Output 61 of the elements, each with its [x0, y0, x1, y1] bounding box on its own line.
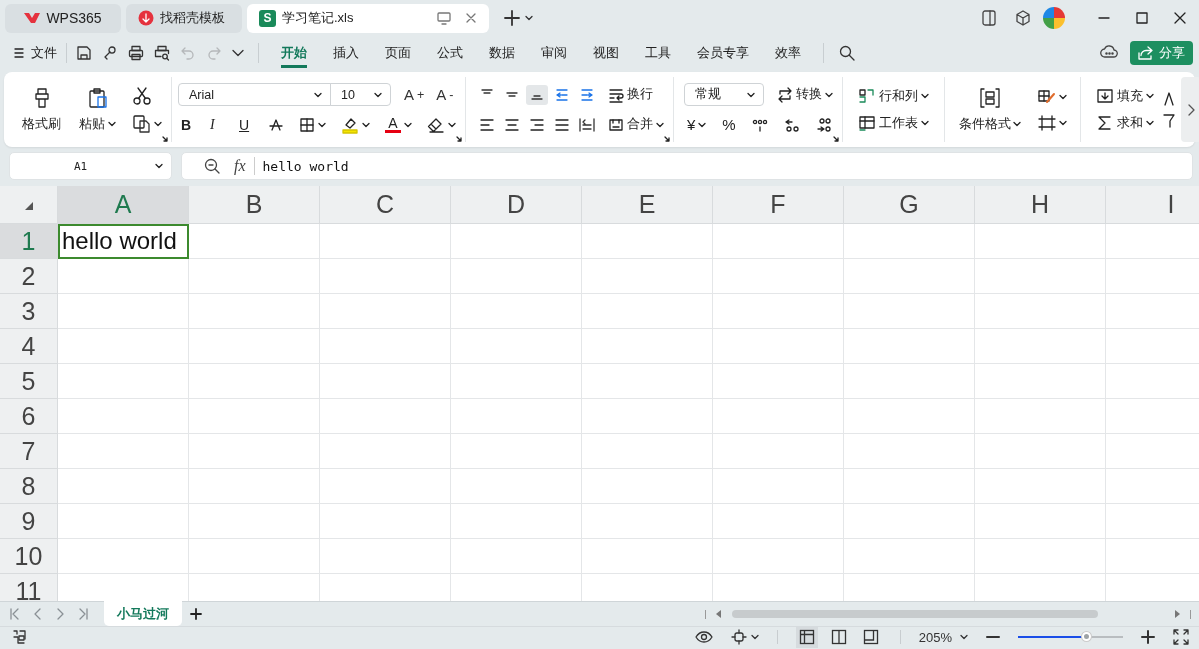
function-button[interactable]: fx [234, 157, 255, 175]
currency-button[interactable]: ¥ [684, 114, 710, 135]
format-painter-button[interactable]: 格式刷 [18, 86, 65, 133]
column-header[interactable]: H [975, 186, 1106, 224]
percent-button[interactable]: % [719, 114, 739, 135]
zoom-level-button[interactable]: 205% [918, 629, 968, 645]
row-header[interactable]: 5 [0, 364, 58, 399]
ribbon-tab[interactable]: 工具 [645, 38, 671, 68]
merge-button[interactable]: 合并 [605, 114, 667, 135]
column-header[interactable]: B [189, 186, 320, 224]
file-menu[interactable]: 文件 [14, 44, 57, 62]
formula-input[interactable]: hello world [262, 158, 349, 174]
sheet-tab[interactable]: 小马过河 [104, 601, 182, 626]
share-button[interactable]: 分享 [1130, 41, 1193, 65]
ribbon-tab[interactable]: 开始 [281, 38, 307, 68]
fill-button[interactable]: 填充 [1093, 85, 1157, 107]
underline-button[interactable]: U [236, 114, 256, 135]
bold-button[interactable]: B [178, 114, 198, 135]
ribbon-tab[interactable]: 视图 [593, 38, 619, 68]
ribbon-tab[interactable]: 效率 [775, 38, 801, 68]
column-header[interactable]: I [1106, 186, 1199, 224]
convert-button[interactable]: 转换 [774, 84, 836, 105]
app-tab[interactable]: S 学习笔记.xls [247, 3, 489, 33]
conditional-format-button[interactable]: 条件格式 [955, 86, 1025, 133]
ribbon-tab[interactable]: 插入 [333, 38, 359, 68]
row-header[interactable]: 10 [0, 539, 58, 574]
app-tab[interactable]: WPS365 [5, 3, 121, 33]
row-header[interactable]: 11 [0, 574, 58, 601]
paste-button[interactable]: 粘贴 [75, 86, 120, 133]
ribbon-tab[interactable]: 页面 [385, 38, 411, 68]
column-header[interactable]: G [844, 186, 975, 224]
row-header[interactable]: 8 [0, 469, 58, 504]
row-header[interactable]: 1 [0, 224, 58, 259]
ribbon-tab[interactable]: 审阅 [541, 38, 567, 68]
app-tab[interactable]: 找稻壳模板 [126, 3, 242, 33]
row-header[interactable]: 9 [0, 504, 58, 539]
spreadsheet-badge: S [259, 9, 276, 27]
number-format-select[interactable]: 常规 [684, 83, 764, 106]
column-header[interactable]: C [320, 186, 451, 224]
font-size-select[interactable]: 10 [330, 83, 391, 106]
ribbon-tab[interactable]: 会员专享 [697, 38, 749, 68]
font-color-button[interactable]: A [382, 114, 415, 135]
sum-button[interactable]: 求和 [1093, 112, 1157, 134]
rows-columns-button[interactable]: 行和列 [855, 85, 932, 107]
name-box[interactable]: A1 [9, 152, 172, 180]
row-header[interactable]: 7 [0, 434, 58, 469]
column-header[interactable]: F [713, 186, 844, 224]
row-header[interactable]: 2 [0, 259, 58, 294]
row-header[interactable]: 4 [0, 329, 58, 364]
table-cell[interactable]: hello world [58, 224, 189, 259]
row-header[interactable]: 6 [0, 399, 58, 434]
worksheet-button[interactable]: 工作表 [855, 112, 932, 134]
column-header[interactable]: D [451, 186, 582, 224]
column-header[interactable]: E [582, 186, 713, 224]
row-header[interactable]: 3 [0, 294, 58, 329]
ribbon-tab[interactable]: 数据 [489, 38, 515, 68]
column-header[interactable]: A [58, 186, 189, 224]
font-select[interactable]: Arial [178, 83, 331, 106]
wrap-text-button[interactable]: 换行 [605, 84, 656, 105]
italic-button[interactable]: I [207, 114, 227, 135]
ribbon-tab[interactable]: 公式 [437, 38, 463, 68]
